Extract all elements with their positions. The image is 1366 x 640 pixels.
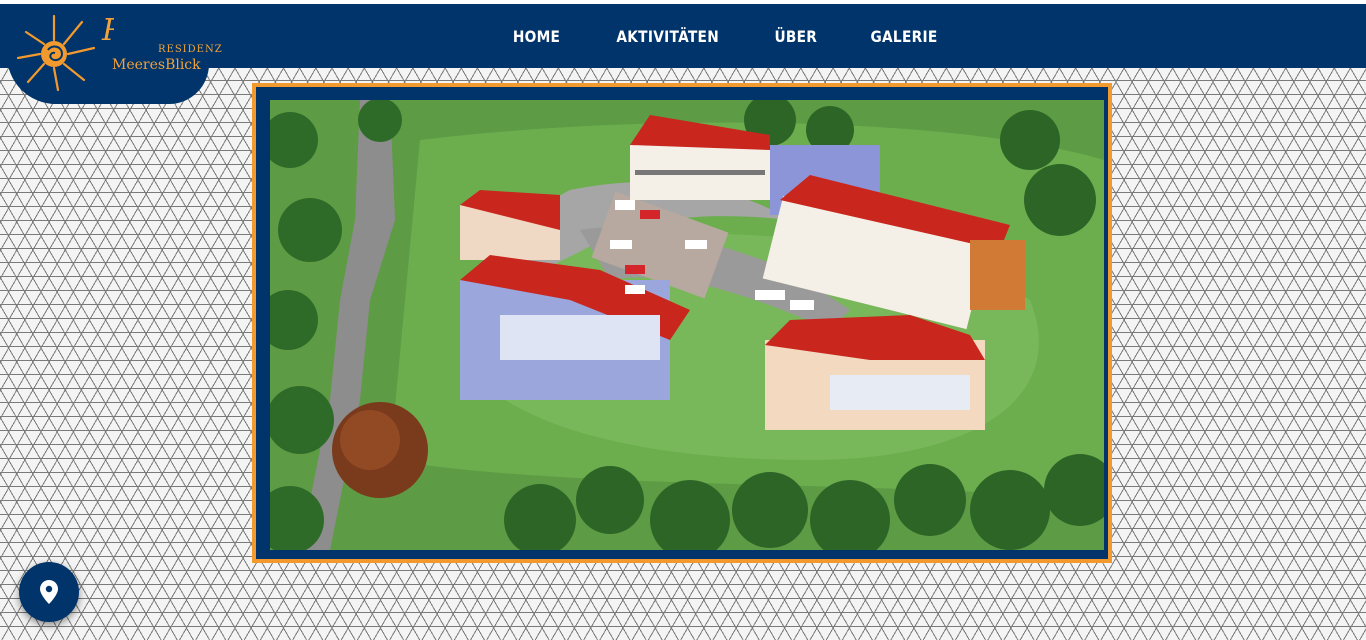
nav-home-link[interactable]: HOME <box>501 27 572 46</box>
map-location-button[interactable] <box>19 562 79 622</box>
hero-image <box>270 100 1104 550</box>
nav-aktivitaeten-link[interactable]: AKTIVITÄTEN <box>604 27 731 46</box>
nav-galerie-link[interactable]: GALERIE <box>858 27 949 46</box>
map-pin-icon <box>40 580 58 604</box>
aerial-residential-complex-illustration <box>270 100 1104 550</box>
sun-swirl-icon: RM <box>16 13 114 92</box>
hero-image-frame <box>252 83 1112 563</box>
logo-name-text: MeeresBlick <box>112 57 201 73</box>
logo-residenz-text: RESIDENZ <box>158 44 223 55</box>
site-logo[interactable]: RM RESIDENZ MeeresBlick <box>14 10 222 92</box>
logo-monogram: RM <box>101 13 114 48</box>
nav-ueber-link[interactable]: ÜBER <box>763 27 830 46</box>
main-navigation: HOME AKTIVITÄTEN ÜBER GALERIE <box>487 4 965 68</box>
